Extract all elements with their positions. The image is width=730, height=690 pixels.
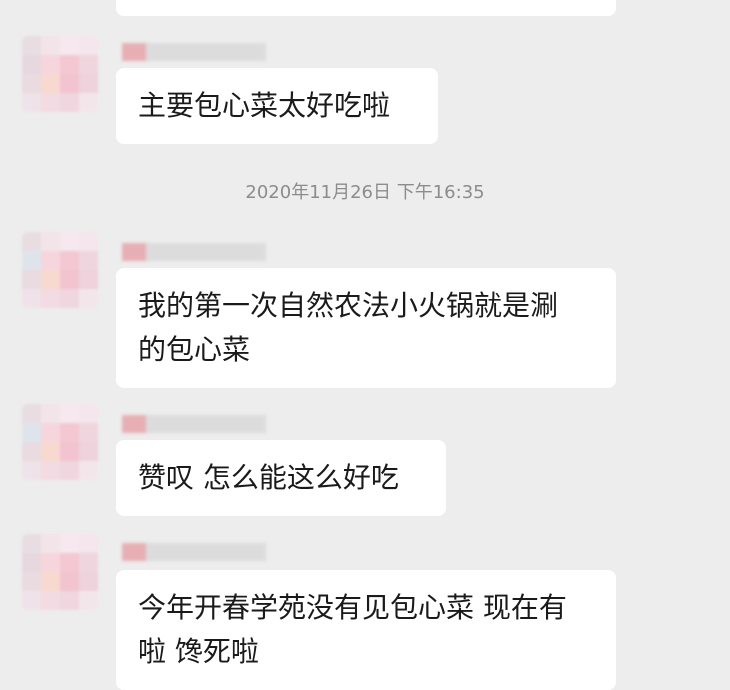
message-bubble[interactable]: 今年开春学苑没有见包心菜 现在有 啦 馋死啦 (116, 570, 616, 690)
sender-avatar[interactable] (22, 404, 98, 480)
sender-avatar[interactable] (22, 232, 98, 308)
chat-timestamp: 2020年11月26日 下午16:35 (245, 182, 485, 203)
sender-avatar[interactable] (22, 36, 98, 112)
message-bubble[interactable]: 赞叹 怎么能这么好吃 (116, 440, 446, 516)
sender-nickname (122, 412, 266, 436)
message-text: 今年开春学苑没有见包心菜 现在有 啦 馋死啦 (138, 591, 567, 668)
previous-message-bubble[interactable] (116, 0, 616, 16)
message-bubble[interactable]: 我的第一次自然农法小火锅就是涮 的包心菜 (116, 268, 616, 388)
sender-nickname (122, 240, 266, 264)
message-text: 赞叹 怎么能这么好吃 (138, 461, 399, 494)
sender-nickname (122, 40, 266, 64)
sender-nickname (122, 540, 266, 564)
sender-avatar[interactable] (22, 534, 98, 610)
message-text: 我的第一次自然农法小火锅就是涮 的包心菜 (138, 289, 559, 366)
message-bubble[interactable]: 主要包心菜太好吃啦 (116, 68, 438, 144)
message-text: 主要包心菜太好吃啦 (138, 89, 391, 122)
